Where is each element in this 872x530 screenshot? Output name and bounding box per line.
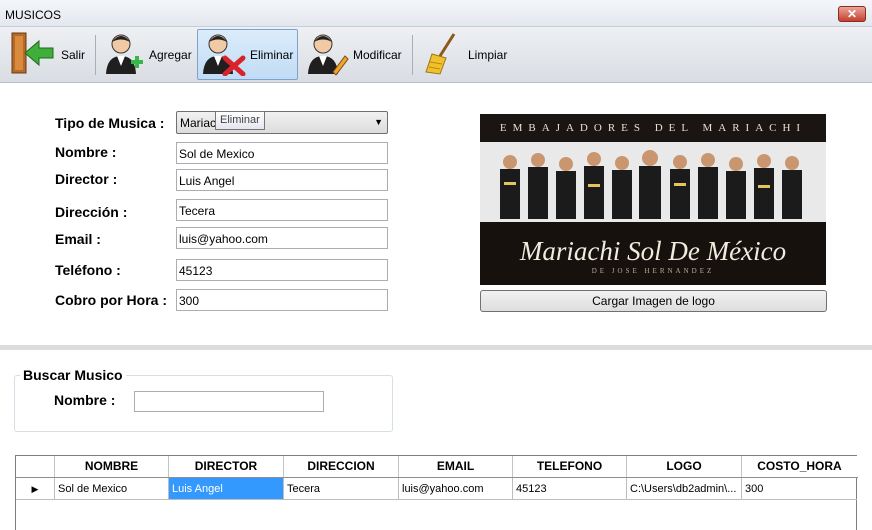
cell-logo[interactable]: C:\Users\db2admin\...: [627, 478, 742, 500]
header-corner: [16, 456, 55, 477]
band-photo: [480, 142, 826, 222]
director-label: Director :: [55, 171, 118, 187]
column-header[interactable]: TELEFONO: [513, 456, 627, 477]
cell-nombre[interactable]: Sol de Mexico: [55, 478, 169, 500]
delete-user-icon: [198, 30, 246, 79]
edit-user-icon: [303, 30, 349, 79]
chevron-down-icon: ▼: [374, 117, 383, 127]
cell-direccion[interactable]: Tecera: [284, 478, 399, 500]
column-header[interactable]: COSTO_HORA: [742, 456, 857, 477]
tipo-label: Tipo de Musica :: [55, 115, 165, 131]
limpiar-label: Limpiar: [468, 47, 508, 62]
modificar-button[interactable]: Modificar: [303, 29, 408, 80]
nombre-field[interactable]: Sol de Mexico: [176, 142, 388, 164]
agregar-button[interactable]: Agregar: [101, 29, 195, 80]
cobro-label: Cobro por Hora :: [55, 292, 167, 308]
cell-telefono[interactable]: 45123: [513, 478, 627, 500]
column-header[interactable]: EMAIL: [399, 456, 513, 477]
search-input[interactable]: [134, 391, 324, 412]
grid-header: NOMBRE DIRECTOR DIRECCION EMAIL TELEFONO…: [16, 456, 858, 478]
close-button[interactable]: ✕: [838, 6, 866, 22]
broom-icon: [420, 30, 462, 79]
tooltip: Eliminar: [215, 111, 265, 130]
column-header[interactable]: NOMBRE: [55, 456, 169, 477]
column-header[interactable]: DIRECCION: [284, 456, 399, 477]
cell-email[interactable]: luis@yahoo.com: [399, 478, 513, 500]
limpiar-button[interactable]: Limpiar: [420, 29, 520, 80]
telefono-label: Teléfono :: [55, 262, 121, 278]
exit-door-icon: [7, 30, 57, 79]
direccion-field[interactable]: Tecera: [176, 199, 388, 221]
logo-script-text: Mariachi Sol De México: [519, 236, 787, 266]
section-divider: [0, 345, 872, 350]
salir-button[interactable]: Salir: [7, 29, 89, 80]
director-field[interactable]: Luis Angel: [176, 169, 388, 191]
search-group-title: Buscar Musico: [20, 367, 126, 383]
logo-top-text: EMBAJADORES DEL MARIACHI: [499, 122, 807, 134]
agregar-label: Agregar: [149, 47, 192, 62]
logo-image: EMBAJADORES DEL MARIACHI Mariachi Sol De…: [480, 114, 826, 285]
tipo-select[interactable]: Mariachi ▼: [176, 111, 388, 134]
load-logo-button[interactable]: Cargar Imagen de logo: [480, 290, 827, 312]
cell-costo-hora[interactable]: 300: [742, 478, 857, 500]
salir-label: Salir: [61, 47, 86, 62]
column-header[interactable]: LOGO: [627, 456, 742, 477]
toolbar: Salir Agregar Eliminar Modificar Limpiar: [0, 27, 872, 83]
modificar-label: Modificar: [353, 47, 402, 62]
cell-director[interactable]: Luis Angel: [169, 478, 284, 500]
musicos-grid: NOMBRE DIRECTOR DIRECCION EMAIL TELEFONO…: [15, 455, 858, 530]
eliminar-label: Eliminar: [250, 47, 294, 62]
direccion-label: Dirección :: [55, 204, 128, 220]
telefono-field[interactable]: 45123: [176, 259, 388, 281]
toolbar-separator: [412, 35, 413, 75]
email-field[interactable]: luis@yahoo.com: [176, 227, 388, 249]
logo-sub-text: DE JOSE HERNANDEZ: [591, 267, 715, 275]
row-indicator-icon[interactable]: ▶: [16, 478, 55, 500]
eliminar-button[interactable]: Eliminar: [197, 29, 298, 80]
nombre-label: Nombre :: [55, 144, 117, 160]
add-user-icon: [101, 30, 145, 79]
toolbar-separator: [95, 35, 96, 75]
window-title: MUSICOS: [5, 8, 62, 22]
column-header[interactable]: DIRECTOR: [169, 456, 284, 477]
logo-banner: Mariachi Sol De México DE JOSE HERNANDEZ: [480, 222, 826, 285]
table-row[interactable]: ▶ Sol de Mexico Luis Angel Tecera luis@y…: [16, 478, 858, 500]
email-label: Email :: [55, 231, 101, 247]
cobro-field[interactable]: 300: [176, 289, 388, 311]
search-nombre-label: Nombre :: [54, 392, 116, 408]
title-bar: MUSICOS ✕: [0, 0, 872, 27]
